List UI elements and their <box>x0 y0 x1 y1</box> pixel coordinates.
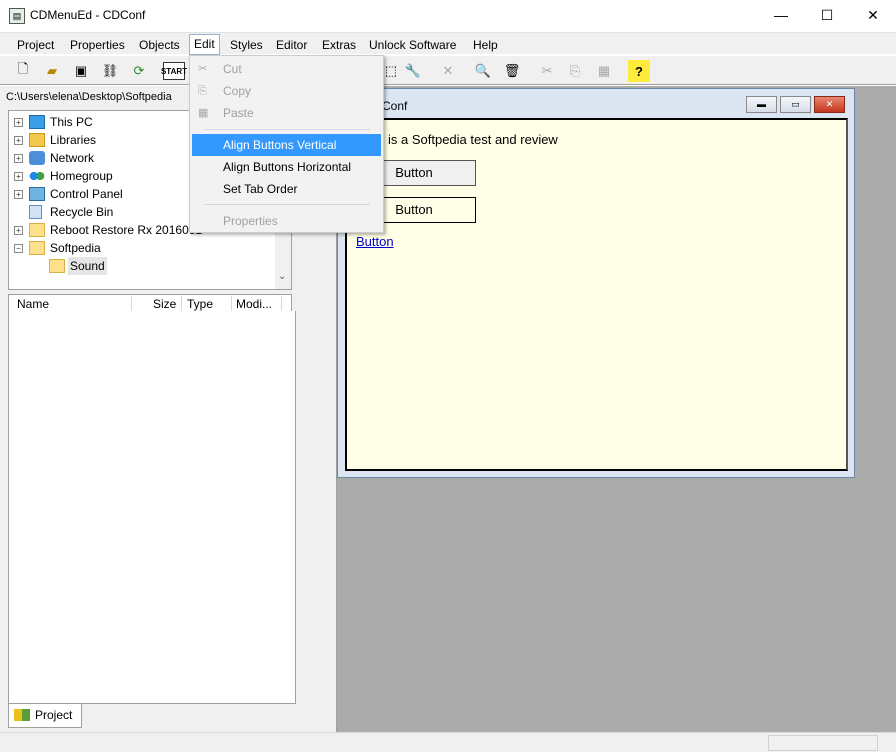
minimize-icon[interactable]: — <box>758 0 804 31</box>
refresh-icon[interactable]: ⟳ <box>128 60 150 82</box>
preview-icon[interactable]: 🔍 <box>472 60 494 82</box>
project-tab-icon <box>14 709 30 721</box>
column-divider[interactable] <box>181 296 182 311</box>
title-bar: ▤ CDMenuEd - CDConf — ☐ ✕ <box>0 0 896 31</box>
menu-extras[interactable]: Extras <box>322 36 356 54</box>
file-list-header: Name Size Type Modi... <box>8 294 292 312</box>
network-icon <box>29 151 45 165</box>
menu-separator <box>204 204 370 205</box>
column-size[interactable]: Size <box>153 296 176 312</box>
expand-icon[interactable]: + <box>14 172 23 181</box>
expand-icon[interactable]: + <box>14 118 23 127</box>
file-list[interactable] <box>8 311 296 704</box>
homegroup-icon <box>29 169 45 183</box>
toolbar: 🗋 ▰ ▣ ⛓ ⟳ START ⬚ 🔧 ✕ 🔍 🗑 ✂ ⎘ ▦ ? <box>0 55 896 85</box>
tab-project[interactable]: Project <box>8 704 82 728</box>
column-name[interactable]: Name <box>17 296 49 312</box>
child-close-icon[interactable]: ✕ <box>814 96 845 113</box>
window-title: CDMenuEd - CDConf <box>30 8 146 22</box>
paste-tool-icon[interactable]: ▦ <box>593 60 615 82</box>
paste-icon: ▦ <box>198 107 209 119</box>
column-divider[interactable] <box>281 296 282 311</box>
edit-menu-dropdown: ✂ Cut ⎘ Copy ▦ Paste Align Buttons Verti… <box>189 55 384 233</box>
column-modified[interactable]: Modi... <box>236 296 272 312</box>
folder-icon <box>49 259 65 273</box>
clean-icon[interactable]: 🗑 <box>501 60 523 82</box>
menu-unlock-software[interactable]: Unlock Software <box>369 36 456 54</box>
menu-styles[interactable]: Styles <box>230 36 263 54</box>
column-divider[interactable] <box>131 296 132 311</box>
delete-icon[interactable]: ✕ <box>437 60 459 82</box>
app-icon: ▤ <box>9 8 25 24</box>
expand-icon[interactable]: + <box>14 226 23 235</box>
collapse-icon[interactable]: − <box>14 244 23 253</box>
form-label: is a Softpedia test and review <box>388 132 558 147</box>
copy-icon: ⎘ <box>198 85 207 97</box>
recycle-bin-icon <box>29 205 42 219</box>
wrench-icon[interactable]: 🔧 <box>402 60 424 82</box>
expand-icon[interactable]: + <box>14 154 23 163</box>
child-window-title: Conf <box>382 99 408 113</box>
form-link-button[interactable]: Button <box>356 234 394 249</box>
scroll-down-icon[interactable]: ⌄ <box>278 271 286 282</box>
menu-item-align-vertical[interactable]: Align Buttons Vertical <box>192 134 381 156</box>
new-file-icon[interactable]: 🗋 <box>12 60 34 82</box>
menu-edit[interactable]: Edit <box>189 34 220 55</box>
child-restore-icon[interactable]: ▭ <box>780 96 811 113</box>
cut-tool-icon[interactable]: ✂ <box>536 60 558 82</box>
help-icon[interactable]: ? <box>628 60 650 82</box>
cut-icon: ✂ <box>198 63 208 75</box>
menu-item-set-tab-order[interactable]: Set Tab Order <box>192 178 381 200</box>
menu-bar: Project Properties Objects Edit Styles E… <box>0 32 896 55</box>
column-divider[interactable] <box>231 296 232 311</box>
expand-icon[interactable]: + <box>14 136 23 145</box>
menu-project[interactable]: Project <box>17 36 54 54</box>
folder-icon <box>29 223 45 237</box>
menu-item-copy[interactable]: ⎘ Copy <box>192 80 381 102</box>
close-icon[interactable]: ✕ <box>850 0 896 31</box>
control-panel-icon <box>29 187 45 201</box>
status-bar <box>0 732 896 752</box>
column-type[interactable]: Type <box>187 296 213 312</box>
library-icon <box>29 133 45 147</box>
folder-icon <box>29 241 45 255</box>
pc-icon <box>29 115 45 129</box>
save-icon[interactable]: ▣ <box>70 60 92 82</box>
expand-icon[interactable]: + <box>14 190 23 199</box>
menu-item-properties[interactable]: Properties <box>192 210 381 232</box>
menu-item-paste[interactable]: ▦ Paste <box>192 102 381 124</box>
menu-help[interactable]: Help <box>473 36 498 54</box>
menu-objects[interactable]: Objects <box>139 36 180 54</box>
status-panel <box>768 735 878 751</box>
menu-item-cut[interactable]: ✂ Cut <box>192 58 381 80</box>
menu-separator <box>204 129 370 130</box>
child-minimize-icon[interactable]: ▬ <box>746 96 777 113</box>
link-icon[interactable]: ⛓ <box>99 60 121 82</box>
start-icon[interactable]: START <box>161 62 187 80</box>
maximize-icon[interactable]: ☐ <box>804 0 850 31</box>
open-folder-icon[interactable]: ▰ <box>41 60 63 82</box>
menu-editor[interactable]: Editor <box>276 36 307 54</box>
menu-properties[interactable]: Properties <box>70 36 125 54</box>
menu-item-align-horizontal[interactable]: Align Buttons Horizontal <box>192 156 381 178</box>
copy-tool-icon[interactable]: ⎘ <box>564 60 586 82</box>
